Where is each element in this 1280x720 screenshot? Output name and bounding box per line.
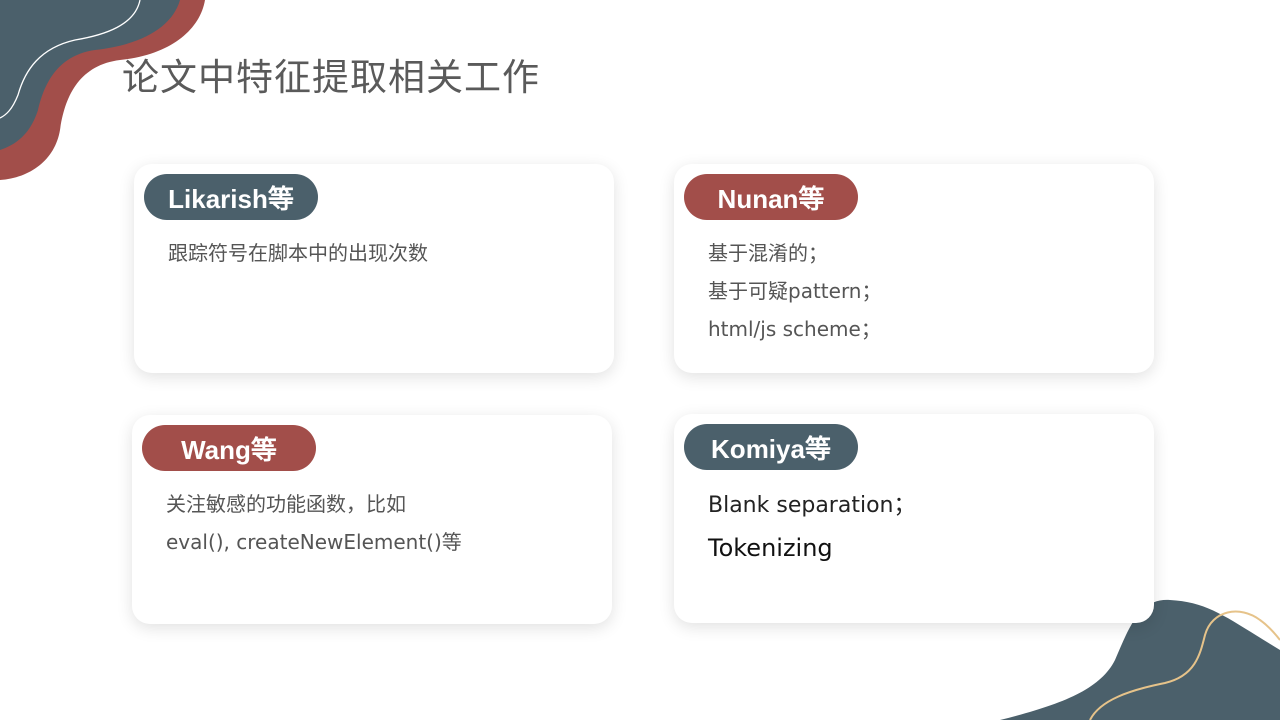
card-body: 关注敏感的功能函数，比如 eval(), createNewElement()等 bbox=[166, 485, 462, 561]
card-wang: Wang等 关注敏感的功能函数，比如 eval(), createNewElem… bbox=[132, 415, 612, 624]
card-tag-wang: Wang等 bbox=[142, 425, 316, 471]
card-body: 跟踪符号在脚本中的出现次数 bbox=[168, 234, 428, 272]
card-line: 跟踪符号在脚本中的出现次数 bbox=[168, 241, 428, 265]
card-nunan: Nunan等 基于混淆的； 基于可疑pattern； html/js schem… bbox=[674, 164, 1154, 373]
page-title: 论文中特征提取相关工作 bbox=[122, 56, 540, 99]
card-body: 基于混淆的； 基于可疑pattern； html/js scheme； bbox=[708, 234, 882, 348]
top-left-white-curve bbox=[0, 0, 141, 119]
bottom-right-gold-curve bbox=[1089, 610, 1280, 720]
card-line: Blank separation； bbox=[708, 493, 916, 518]
card-line: Tokenizing bbox=[708, 534, 833, 562]
card-likarish: Likarish等 跟踪符号在脚本中的出现次数 bbox=[134, 164, 614, 373]
card-tag-nunan: Nunan等 bbox=[684, 174, 858, 220]
card-line: eval(), createNewElement()等 bbox=[166, 530, 462, 554]
card-line: 关注敏感的功能函数，比如 bbox=[166, 492, 406, 516]
card-tag-likarish: Likarish等 bbox=[144, 174, 318, 220]
card-line: 基于可疑pattern； bbox=[708, 279, 882, 303]
card-body: Blank separation； Tokenizing bbox=[708, 484, 915, 570]
card-tag-komiya: Komiya等 bbox=[684, 424, 858, 470]
card-line: html/js scheme； bbox=[708, 317, 881, 341]
card-line: 基于混淆的； bbox=[708, 241, 828, 265]
card-komiya: Komiya等 Blank separation； Tokenizing bbox=[674, 414, 1154, 623]
